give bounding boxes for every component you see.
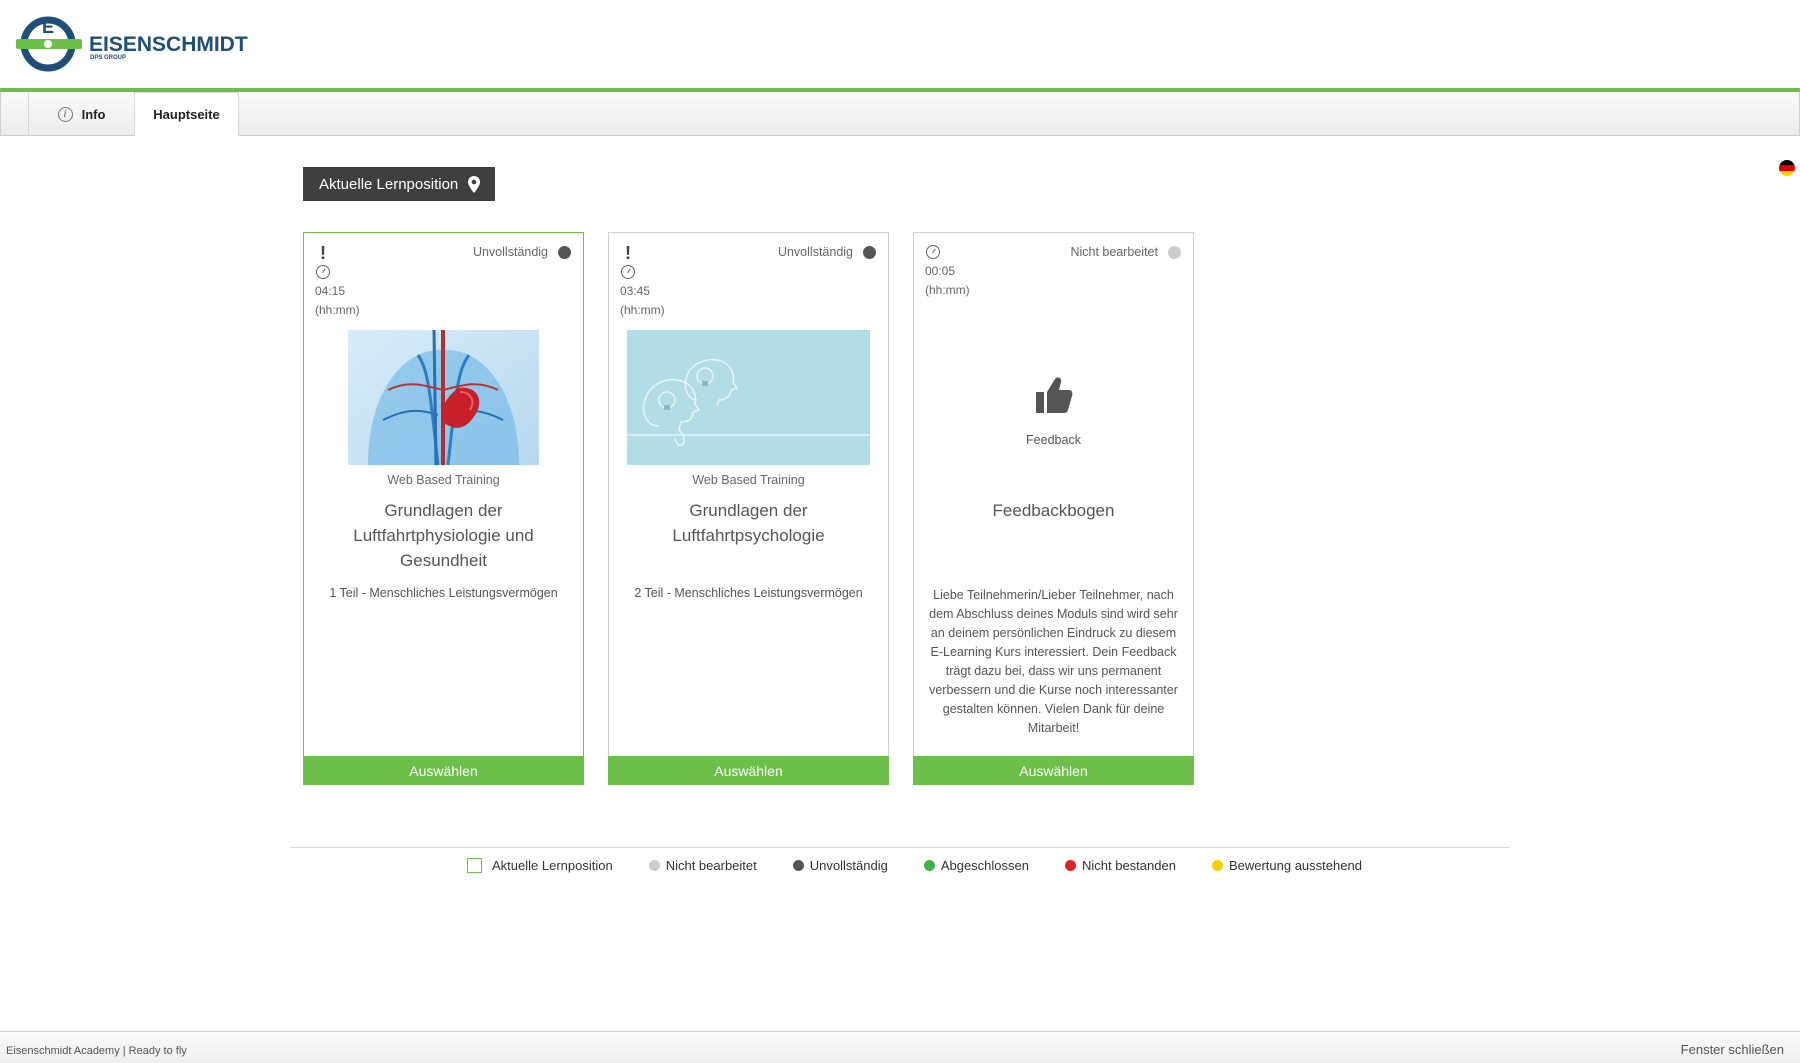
tab-hauptseite-label: Hauptseite — [153, 107, 220, 122]
legend-dot — [1064, 860, 1076, 871]
duration-value: 00:05 — [925, 264, 956, 278]
course-card-psychology[interactable]: ! 03:45 (hh:mm) Unvollständig Web Based … — [608, 232, 889, 785]
legend-label: Nicht bearbeitet — [665, 858, 757, 873]
legend-label: Aktuelle Lernposition — [492, 858, 613, 873]
legend-label: Unvollständig — [809, 858, 888, 873]
status-legend: Aktuelle Lernposition Nicht bearbeitet U… — [467, 858, 1398, 873]
course-type: Web Based Training — [387, 473, 500, 487]
legend-item-completed: Abgeschlossen — [923, 858, 1029, 873]
duration-unit: (hh:mm) — [620, 303, 665, 317]
germany-flag-icon[interactable] — [1779, 160, 1795, 176]
status-label: Nicht bearbeitet — [1070, 245, 1158, 259]
info-icon: i — [57, 106, 73, 122]
clock-icon — [926, 245, 940, 259]
status-dot — [558, 245, 571, 259]
eisenschmidt-logo: E EISENSCHMIDT DPS GROUP — [16, 15, 276, 72]
select-button[interactable]: Auswählen — [913, 756, 1194, 785]
location-pin-icon — [468, 175, 481, 193]
course-card-feedback[interactable]: 00:05 (hh:mm) Nicht bearbeitet Feedback … — [913, 232, 1194, 785]
course-image-cardiovascular — [348, 330, 539, 465]
legend-label: Abgeschlossen — [940, 858, 1029, 873]
current-position-label: Aktuelle Lernposition — [319, 175, 459, 193]
status-indicator: Unvollständig — [778, 245, 876, 259]
legend-item-failed: Nicht bestanden — [1064, 858, 1176, 873]
close-window-button[interactable]: Fenster schließen — [1681, 1042, 1784, 1057]
svg-text:E: E — [42, 17, 54, 37]
footer: Eisenschmidt Academy | Ready to fly Fens… — [0, 1031, 1800, 1063]
legend-dot — [648, 860, 660, 871]
legend-item-current-position: Aktuelle Lernposition — [467, 858, 613, 873]
tab-info-label: Info — [81, 106, 106, 122]
tab-info[interactable]: i Info — [28, 92, 134, 136]
header: E EISENSCHMIDT DPS GROUP — [0, 0, 1800, 88]
legend-label: Bewertung ausstehend — [1228, 858, 1362, 873]
legend-dot — [1211, 860, 1223, 871]
course-subtitle: 1 Teil - Menschliches Leistungsvermögen — [329, 586, 558, 600]
course-description: Liebe Teilnehmerin/Lieber Teilnehmer, na… — [929, 588, 1178, 735]
warning-icon: ! — [320, 243, 326, 263]
legend-dot — [923, 860, 935, 871]
clock-icon — [621, 265, 635, 279]
duration-unit: (hh:mm) — [925, 283, 970, 297]
course-type: Web Based Training — [692, 473, 805, 487]
svg-text:EISENSCHMIDT: EISENSCHMIDT — [89, 33, 248, 56]
warning-icon: ! — [625, 243, 631, 263]
thumbs-up-icon — [914, 375, 1193, 420]
status-dot — [863, 245, 876, 259]
status-label: Unvollständig — [472, 245, 548, 259]
clock-icon — [316, 265, 330, 279]
legend-item-pending: Bewertung ausstehend — [1211, 858, 1362, 873]
legend-dot — [792, 860, 804, 871]
duration-unit: (hh:mm) — [315, 303, 360, 317]
status-label: Unvollständig — [777, 245, 853, 259]
tab-hauptseite[interactable]: Hauptseite — [134, 92, 239, 136]
duration-value: 04:15 — [315, 284, 346, 298]
select-button[interactable]: Auswählen — [303, 756, 584, 785]
legend-label: Nicht bestanden — [1081, 858, 1176, 873]
tab-bar: i Info Hauptseite — [0, 92, 1800, 136]
status-dot — [1168, 245, 1181, 259]
course-title: Feedbackbogen — [992, 501, 1115, 520]
legend-item-incomplete: Unvollständig — [792, 858, 888, 873]
legend-item-not-started: Nicht bearbeitet — [648, 858, 757, 873]
course-title: Grundlagen der Luftfahrtpsychologie — [672, 501, 825, 545]
legend-divider — [291, 847, 1510, 848]
course-title: Grundlagen der Luftfahrtphysiologie und … — [353, 501, 534, 570]
course-card-physiology[interactable]: ! 04:15 (hh:mm) Unvollständig Web Based … — [303, 232, 584, 785]
legend-square — [467, 858, 482, 873]
status-indicator: Unvollständig — [473, 245, 571, 259]
duration-value: 03:45 — [620, 284, 651, 298]
status-indicator: Nicht bearbeitet — [1070, 245, 1181, 259]
footer-tagline: Eisenschmidt Academy | Ready to fly — [6, 1045, 187, 1057]
select-button[interactable]: Auswählen — [608, 756, 889, 785]
svg-text:DPS GROUP: DPS GROUP — [90, 55, 126, 61]
course-subtitle: 2 Teil - Menschliches Leistungsvermögen — [634, 586, 863, 600]
current-position-button[interactable]: Aktuelle Lernposition — [303, 167, 495, 201]
feedback-label: Feedback — [1026, 433, 1081, 447]
course-image-psychology — [627, 330, 870, 465]
